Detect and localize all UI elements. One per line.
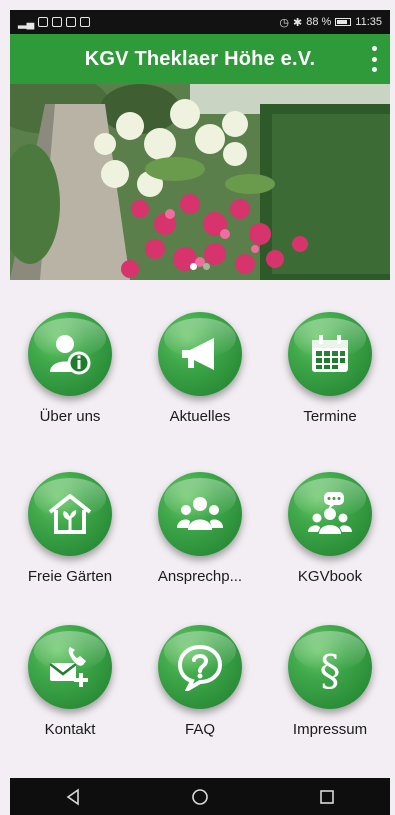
tile-kgvbook[interactable]: KGVbook [270, 460, 390, 600]
system-nav-bar [10, 778, 390, 815]
tile-label: Termine [303, 408, 357, 425]
carousel-dot-2[interactable] [203, 263, 210, 270]
svg-text:§: § [320, 646, 341, 691]
app-screen: ▂▄ ◷ ✱ 88 % 11:35 KGV Theklaer Höhe e.V. [0, 0, 395, 815]
tile-impressum[interactable]: § Impressum [270, 613, 390, 753]
phone-mail-icon [28, 625, 112, 709]
flipboard-icon [66, 17, 77, 27]
tile-freie-gaerten[interactable]: Freie Gärten [10, 460, 130, 600]
carousel-indicator [10, 263, 390, 270]
back-icon[interactable] [58, 785, 88, 809]
chat-group-icon [288, 472, 372, 556]
tile-label: Über uns [39, 408, 101, 425]
tile-aktuelles[interactable]: Aktuelles [140, 300, 260, 440]
signal-icon: ▂▄ [18, 16, 35, 29]
calendar-icon [288, 312, 372, 396]
tile-label: Impressum [292, 721, 368, 738]
tile-label: FAQ [184, 721, 215, 738]
bluetooth-icon: ✱ [292, 16, 303, 29]
clock: 11:35 [355, 16, 382, 28]
whatsapp-icon [38, 17, 49, 27]
paragraph-icon: § [288, 625, 372, 709]
status-bar: ▂▄ ◷ ✱ 88 % 11:35 [10, 10, 390, 34]
recents-icon[interactable] [312, 785, 342, 809]
status-left: ▂▄ [18, 16, 91, 29]
home-icon[interactable] [185, 785, 215, 809]
gallery-icon [80, 17, 91, 27]
instagram-icon [52, 17, 63, 27]
app-bar: KGV Theklaer Höhe e.V. [10, 34, 390, 84]
tile-label: Aktuelles [169, 408, 231, 425]
contacts-group-icon [158, 472, 242, 556]
tile-label: Kontakt [44, 721, 96, 738]
carousel-dot-1[interactable] [190, 263, 197, 270]
alarm-icon: ◷ [279, 16, 289, 29]
question-bubble-icon [158, 625, 242, 709]
garden-photo [10, 84, 390, 280]
tile-termine[interactable]: Termine [270, 300, 390, 440]
tile-ueber-uns[interactable]: Über uns [10, 300, 130, 440]
megaphone-icon [158, 312, 242, 396]
tile-label: KGVbook [297, 568, 363, 585]
tile-ansprechpartner[interactable]: Ansprechp... [140, 460, 260, 600]
tile-label: Ansprechp... [157, 568, 243, 585]
battery-percent: 88 % [306, 16, 332, 28]
info-person-icon [28, 312, 112, 396]
tile-kontakt[interactable]: Kontakt [10, 613, 130, 753]
more-vert-icon[interactable] [364, 46, 384, 72]
hero-carousel[interactable] [10, 84, 390, 280]
app-title: KGV Theklaer Höhe e.V. [84, 47, 316, 70]
garden-house-icon [28, 472, 112, 556]
tile-label: Freie Gärten [27, 568, 113, 585]
tile-faq[interactable]: FAQ [140, 613, 260, 753]
status-right: ◷ ✱ 88 % 11:35 [279, 16, 382, 29]
battery-icon [335, 18, 352, 26]
